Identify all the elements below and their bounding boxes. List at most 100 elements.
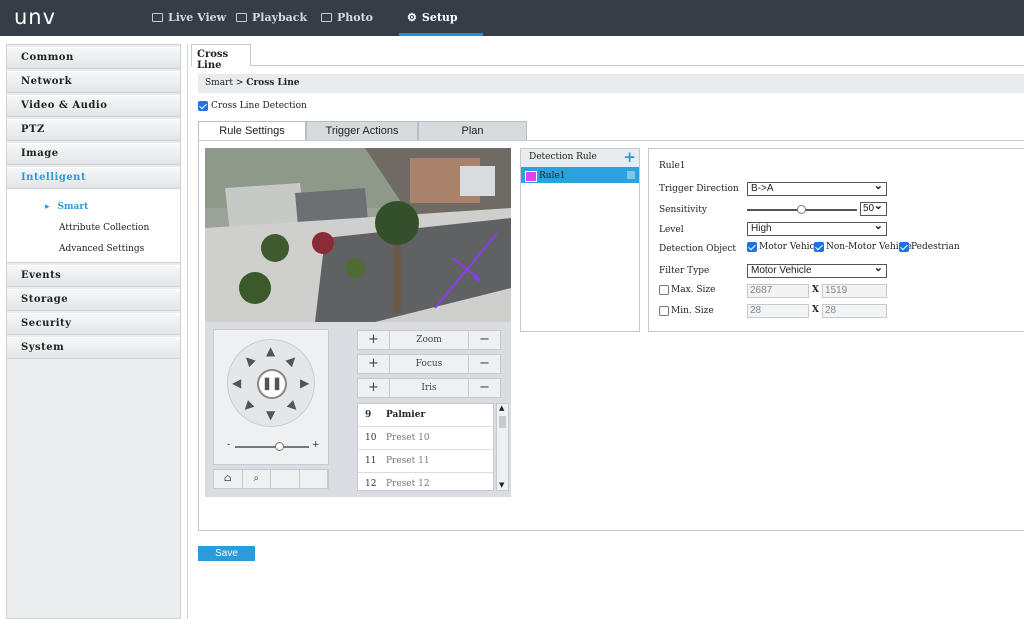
min-width-input[interactable]: 28 <box>747 304 809 318</box>
arrow-down-icon[interactable]: ▼ <box>266 409 275 421</box>
arrow-up-right-icon[interactable]: ▲ <box>284 352 300 368</box>
tab-rule-settings[interactable]: Rule Settings <box>198 121 306 141</box>
cross-line-detection-checkbox[interactable] <box>198 101 208 111</box>
sensitivity-input[interactable]: 50 <box>860 200 887 216</box>
min-size-toggle[interactable]: Min. Size <box>659 306 714 316</box>
list-item[interactable]: 9 Palmier <box>358 404 493 427</box>
pedestrian-checkbox[interactable] <box>899 242 909 252</box>
focus-near-icon[interactable]: + <box>358 355 389 373</box>
max-size-checkbox[interactable] <box>659 285 669 295</box>
nav-setup[interactable]: ⚙ Setup <box>407 11 458 24</box>
list-item[interactable]: 10 Preset 10 <box>358 427 493 450</box>
sidebar-item-system[interactable]: System <box>7 337 180 359</box>
iris-label: Iris <box>389 379 469 397</box>
tab-plan[interactable]: Plan <box>418 121 527 141</box>
filter-type-select[interactable]: Motor Vehicle <box>747 262 887 278</box>
scroll-up-icon[interactable]: ▲ <box>499 404 504 412</box>
home-position-icon[interactable]: ⌂ <box>214 470 243 488</box>
add-rule-icon[interactable]: + <box>623 148 636 166</box>
ptz-speed-slider[interactable] <box>235 446 309 448</box>
zoom-in-icon[interactable]: + <box>358 331 389 349</box>
focus-label: Focus <box>389 355 469 373</box>
min-size-label: Min. Size <box>671 306 714 316</box>
min-size-x: X <box>812 305 819 315</box>
sidebar-item-network[interactable]: Network <box>7 71 180 93</box>
non-motor-vehicle-checkbox[interactable] <box>814 242 824 252</box>
iris-close-icon[interactable]: − <box>469 379 500 397</box>
pedestrian-label: Pedestrian <box>911 242 960 252</box>
save-button[interactable]: Save <box>198 546 255 561</box>
detection-rule-title: Detection Rule <box>529 152 597 162</box>
arrow-down-right-icon[interactable]: ▼ <box>284 398 300 414</box>
trigger-direction-select[interactable]: B->A <box>747 180 887 196</box>
object-motor-vehicle[interactable]: Motor Vehicle <box>747 242 823 252</box>
gear-icon: ⚙ <box>407 11 417 24</box>
arrow-down-left-icon[interactable]: ▼ <box>240 398 256 414</box>
max-size-toggle[interactable]: Max. Size <box>659 285 716 295</box>
video-preview[interactable] <box>205 148 511 322</box>
arrow-up-icon[interactable]: ▲ <box>266 345 275 357</box>
iris-open-icon[interactable]: + <box>358 379 389 397</box>
arrow-right-icon[interactable]: ▶ <box>300 377 309 389</box>
object-pedestrian[interactable]: Pedestrian <box>899 242 960 252</box>
film-icon <box>236 13 247 22</box>
sidebar-item-security[interactable]: Security <box>7 313 180 335</box>
level-label: Level <box>659 225 684 235</box>
nav-live-view[interactable]: Live View <box>152 11 226 24</box>
delete-rule-icon[interactable] <box>627 171 635 179</box>
object-non-motor-vehicle[interactable]: Non-Motor Vehicle <box>814 242 912 252</box>
sidebar-item-image[interactable]: Image <box>7 143 180 165</box>
max-height-input[interactable]: 1519 <box>822 284 887 298</box>
sidebar-item-common[interactable]: Common <box>7 47 180 69</box>
sidebar-subitem-attribute-collection[interactable]: Attribute Collection <box>7 218 180 239</box>
ptz-empty-slot-1 <box>271 470 300 488</box>
sensitivity-knob[interactable] <box>797 205 806 214</box>
list-item[interactable]: 11 Preset 11 <box>358 450 493 473</box>
zoom-control: + Zoom − <box>357 330 501 350</box>
preset-number: 11 <box>365 456 377 466</box>
focus-far-icon[interactable]: − <box>469 355 500 373</box>
sidebar-item-storage[interactable]: Storage <box>7 289 180 311</box>
preset-number: 12 <box>365 479 377 489</box>
arrow-left-icon[interactable]: ◀ <box>232 377 241 389</box>
breadcrumb: Smart > Cross Line <box>198 74 1024 93</box>
sidebar-item-intelligent[interactable]: Intelligent <box>7 167 180 189</box>
tab-trigger-actions[interactable]: Trigger Actions <box>306 121 418 141</box>
min-size-checkbox[interactable] <box>659 306 669 316</box>
rule-properties: Rule1 Trigger Direction B->A Sensitivity… <box>648 148 1024 332</box>
detection-rule-list: Detection Rule + Rule1 <box>520 148 640 332</box>
list-item[interactable]: 12 Preset 12 <box>358 473 493 490</box>
camera-scene <box>205 148 511 322</box>
zoom-area-icon[interactable]: ⌕ <box>243 470 271 488</box>
sidebar-item-events[interactable]: Events <box>7 265 180 287</box>
preset-scrollbar[interactable]: ▲ ▼ <box>496 403 509 491</box>
nav-photo[interactable]: Photo <box>321 11 373 24</box>
min-height-input[interactable]: 28 <box>822 304 887 318</box>
scroll-down-icon[interactable]: ▼ <box>499 481 504 489</box>
detection-rule-header: Detection Rule + <box>521 148 639 167</box>
motor-vehicle-checkbox[interactable] <box>747 242 757 252</box>
sidebar-item-video-audio[interactable]: Video & Audio <box>7 95 180 117</box>
rule-item[interactable]: Rule1 <box>521 167 639 183</box>
level-select[interactable]: High <box>747 220 887 236</box>
filter-type-label: Filter Type <box>659 266 710 276</box>
sidebar-item-ptz[interactable]: PTZ <box>7 119 180 141</box>
pause-icon[interactable]: ❚❚ <box>257 369 287 399</box>
zoom-label: Zoom <box>389 331 469 349</box>
preset-name: Preset 12 <box>386 479 430 489</box>
zoom-out-icon[interactable]: − <box>469 331 500 349</box>
sidebar-subitem-smart[interactable]: Smart <box>7 197 180 218</box>
nav-playback[interactable]: Playback <box>236 11 307 24</box>
ptz-speed-knob[interactable] <box>275 442 285 451</box>
scroll-thumb[interactable] <box>499 416 506 428</box>
nav-setup-label: Setup <box>421 11 458 24</box>
sidebar-subitem-advanced-settings[interactable]: Advanced Settings <box>7 239 180 260</box>
max-width-input[interactable]: 2687 <box>747 284 809 298</box>
preset-number: 9 <box>365 410 372 420</box>
cross-line-detection-toggle[interactable]: Cross Line Detection <box>198 101 307 111</box>
arrow-up-left-icon[interactable]: ▲ <box>240 352 256 368</box>
breadcrumb-root: Smart <box>205 78 233 88</box>
tab-cross-line[interactable]: Cross Line <box>191 44 251 71</box>
preset-number: 10 <box>365 433 377 443</box>
max-size-label: Max. Size <box>671 285 716 295</box>
